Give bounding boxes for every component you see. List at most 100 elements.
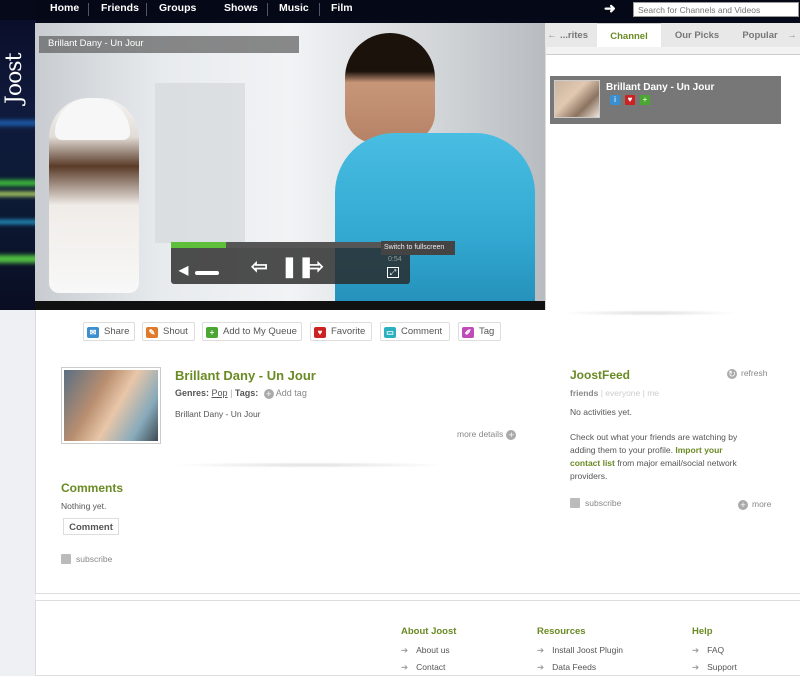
feed-more-link[interactable]: + more (738, 499, 771, 510)
tabs-scroll-right-icon[interactable]: → (785, 23, 799, 47)
comment-icon: ▭ (384, 327, 396, 338)
footer-about-heading: About Joost (401, 626, 457, 637)
progress-bar[interactable] (171, 242, 410, 248)
volume-slider[interactable] (195, 271, 219, 275)
video-player[interactable]: Brillant Dany - Un Jour ◀ ⇦ ❚❚ ⇨ 0:54 Sw… (35, 23, 545, 310)
add-to-queue-button[interactable]: + Add to My Queue (202, 322, 302, 341)
add-tag-icon[interactable]: + (263, 389, 274, 399)
favorite-button[interactable]: ♥ Favorite (310, 322, 372, 341)
comment-button[interactable]: Comment (63, 518, 119, 535)
arrow-icon: ➔ (692, 662, 700, 672)
feed-refresh-link[interactable]: ↻ refresh (727, 368, 767, 379)
footer-link-support[interactable]: ➔ Support (692, 662, 737, 673)
nav-groups[interactable]: Groups (159, 2, 196, 14)
footer-link-faq[interactable]: ➔ FAQ (692, 645, 724, 656)
refresh-icon: ↻ (727, 369, 737, 379)
volume-icon[interactable]: ◀ (179, 264, 188, 276)
nav-separator (319, 3, 320, 16)
comments-subscribe-link[interactable]: subscribe (61, 554, 112, 564)
item-thumbnail-image (64, 370, 158, 441)
tag-button[interactable]: ✐ Tag (458, 322, 501, 341)
joostfeed-heading: JoostFeed (570, 368, 631, 382)
tab-favorites[interactable]: ...rites (559, 23, 589, 47)
nav-friends[interactable]: Friends (101, 2, 139, 14)
feed-tab-friends[interactable]: friends (570, 388, 598, 398)
feed-subscribe-link[interactable]: subscribe (570, 498, 621, 508)
favorite-heart-icon[interactable]: ♥ (625, 95, 635, 105)
channel-list-item[interactable]: Brillant Dany - Un Jour i ♥ + (550, 76, 781, 124)
more-details-link[interactable]: more details + (457, 429, 517, 440)
shout-button[interactable]: ✎ Shout (142, 322, 195, 341)
channel-panel-subheader (546, 47, 800, 55)
footer-link-label: About us (416, 645, 450, 655)
tags-label: Tags: (234, 388, 259, 398)
nav-music[interactable]: Music (279, 2, 309, 14)
item-meta: Genres: Pop | Tags: + Add tag (175, 388, 307, 399)
tab-channel[interactable]: Channel (597, 23, 661, 47)
genres-label: Genres: (175, 388, 210, 398)
footer-link-label: Install Joost Plugin (552, 645, 623, 655)
next-icon[interactable]: ⇨ (307, 257, 324, 277)
add-tag-link[interactable]: Add tag (276, 388, 307, 398)
feed-tab-me[interactable]: me (647, 388, 659, 398)
nav-film[interactable]: Film (331, 2, 353, 14)
tab-our-picks[interactable]: Our Picks (667, 23, 727, 47)
footer-link-label: Contact (416, 662, 446, 672)
footer-link-data-feeds[interactable]: ➔ Data Feeds (537, 662, 596, 673)
video-title-overlay: Brillant Dany - Un Jour (39, 36, 299, 53)
add-plus-icon[interactable]: + (640, 95, 650, 105)
favorite-icon: ♥ (314, 327, 326, 338)
feed-more-label: more (752, 499, 772, 509)
meta-separator: | (230, 388, 233, 398)
fullscreen-tooltip: Switch to fullscreen (381, 241, 455, 255)
share-label: Share (104, 326, 130, 337)
feed-tab-everyone[interactable]: everyone (605, 388, 640, 398)
channel-tabs: ← ...rites Channel Our Picks Popular → (545, 23, 800, 47)
video-player-bottom-bar (35, 301, 545, 310)
decorative-streak (0, 192, 36, 196)
tabs-scroll-left-icon[interactable]: ← (547, 23, 557, 47)
comment-action-button[interactable]: ▭ Comment (380, 322, 450, 341)
shout-label: Shout (163, 326, 188, 337)
nav-separator (267, 3, 268, 16)
tag-icon: ✐ (462, 327, 474, 338)
add-queue-icon: + (206, 327, 218, 338)
footer-link-contact[interactable]: ➔ Contact (401, 662, 445, 673)
fullscreen-icon[interactable]: ⤢ (387, 267, 399, 278)
arrow-icon: ➔ (692, 645, 700, 655)
joost-logo[interactable]: Joost (2, 24, 34, 104)
channel-item-title[interactable]: Brillant Dany - Un Jour (606, 82, 714, 93)
channel-panel: Brillant Dany - Un Jour i ♥ + (545, 47, 800, 310)
more-plus-icon: + (738, 500, 748, 510)
decorative-streak (0, 220, 36, 224)
search-submit-arrow-icon[interactable]: ➜ (604, 0, 616, 17)
info-icon[interactable]: i (610, 95, 620, 105)
more-details-plus-icon: + (506, 430, 517, 440)
item-thumbnail[interactable] (61, 367, 161, 444)
nav-home[interactable]: Home (50, 2, 79, 14)
genre-link[interactable]: Pop (212, 388, 228, 398)
arrow-icon: ➔ (537, 662, 545, 672)
footer-link-install-plugin[interactable]: ➔ Install Joost Plugin (537, 645, 623, 656)
rss-icon (61, 554, 71, 564)
footer-link-about-us[interactable]: ➔ About us (401, 645, 450, 656)
shout-icon: ✎ (146, 327, 158, 338)
nav-shows[interactable]: Shows (224, 2, 258, 14)
playback-time: 0:54 (388, 256, 402, 263)
share-button[interactable]: ✉ Share (83, 322, 135, 341)
feed-filter-tabs: friends | everyone | me (570, 388, 659, 398)
search-input[interactable] (633, 2, 799, 17)
previous-icon[interactable]: ⇦ (251, 257, 268, 277)
progress-fill (171, 242, 226, 248)
arrow-icon: ➔ (401, 662, 409, 672)
footer-link-label: Support (707, 662, 737, 672)
comments-heading: Comments (61, 481, 124, 495)
footer-link-label: FAQ (707, 645, 725, 655)
item-description: Brillant Dany - Un Jour (175, 409, 261, 419)
decorative-streak (0, 180, 36, 186)
decorative-streak (0, 120, 36, 126)
tab-popular[interactable]: Popular (733, 23, 787, 47)
channel-item-thumbnail[interactable] (554, 80, 600, 118)
footer-link-label: Data Feeds (552, 662, 597, 672)
decorative-shadow (170, 462, 450, 468)
